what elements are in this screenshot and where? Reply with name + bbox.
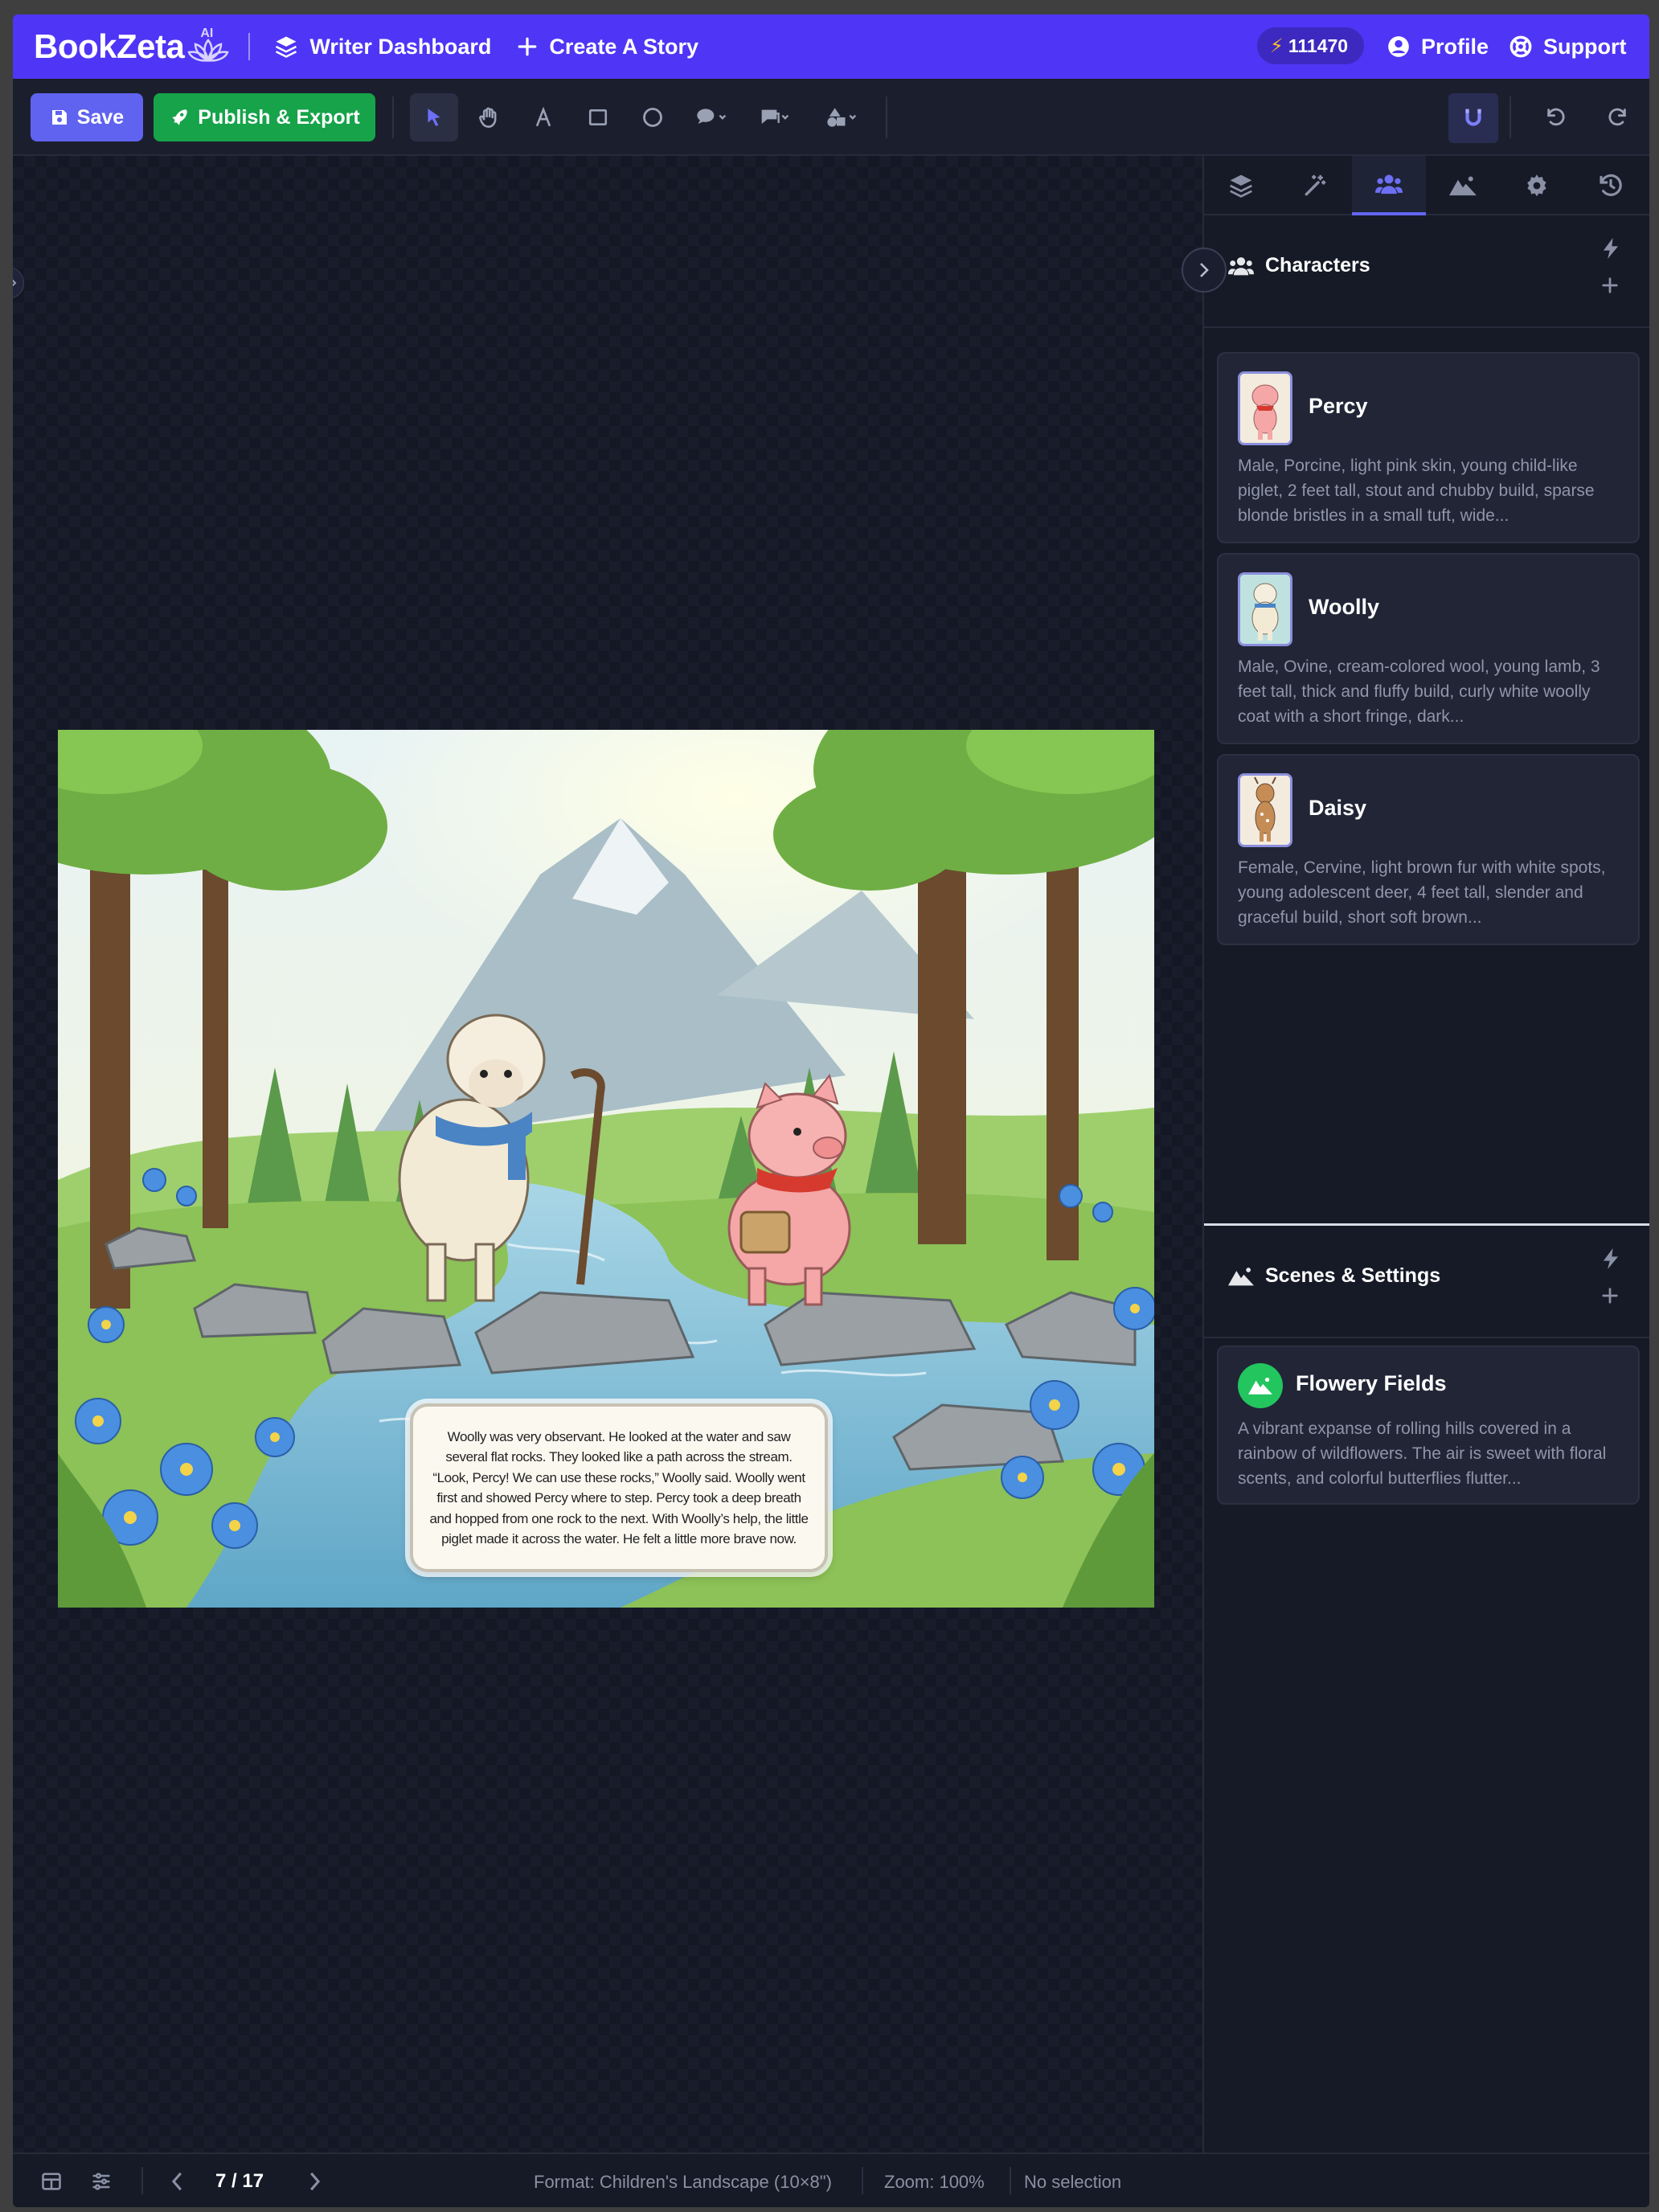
shapes-icon[interactable] xyxy=(813,93,871,141)
characters-icon xyxy=(1228,256,1254,275)
character-name: Daisy xyxy=(1309,796,1367,820)
scene-description: A vibrant expanse of rolling hills cover… xyxy=(1238,1419,1607,1488)
scene-name: Flowery Fields xyxy=(1296,1371,1447,1395)
rocket-icon xyxy=(172,109,188,125)
scenes-icon xyxy=(1228,1267,1254,1285)
character-card-woolly[interactable]: Woolly Male, Ovine, cream-colored wool, … xyxy=(1217,553,1640,744)
profile-label: Profile xyxy=(1421,34,1489,59)
publish-export-button[interactable]: Publish & Export xyxy=(154,93,375,141)
snap-magnet-icon[interactable] xyxy=(1448,93,1498,143)
character-name: Woolly xyxy=(1309,595,1380,619)
layout-panels-icon[interactable] xyxy=(40,2170,63,2193)
character-card-daisy[interactable]: Daisy Female, Cervine, light brown fur w… xyxy=(1217,754,1640,945)
generate-lightning-icon[interactable] xyxy=(1603,238,1619,259)
character-description: Female, Cervine, light brown fur with wh… xyxy=(1238,858,1606,927)
add-character-icon[interactable] xyxy=(1601,276,1619,294)
circle-icon[interactable] xyxy=(629,93,677,141)
status-divider xyxy=(141,2167,143,2194)
save-label: Save xyxy=(76,105,125,129)
create-story-label: Create A Story xyxy=(549,34,698,59)
scene-card-flowery-fields[interactable]: Flowery Fields A vibrant expanse of roll… xyxy=(1217,1346,1640,1505)
character-card-percy[interactable]: Percy Male, Porcine, light pink skin, yo… xyxy=(1217,352,1640,543)
profile-link[interactable]: Profile xyxy=(1387,27,1489,66)
character-description: Male, Porcine, light pink skin, young ch… xyxy=(1238,457,1595,525)
left-panel-expand-button[interactable] xyxy=(13,267,24,299)
story-text-box[interactable]: Woolly was very observant. He looked at … xyxy=(410,1403,828,1572)
sliders-icon[interactable] xyxy=(90,2170,113,2193)
user-circle-icon xyxy=(1388,36,1409,57)
redo-icon[interactable] xyxy=(1593,93,1641,141)
editor-toolbar: Save Publish & Export xyxy=(13,79,1649,156)
layers-icon[interactable] xyxy=(1204,156,1278,215)
floppy-disk-icon xyxy=(51,110,67,125)
chevron-right-icon[interactable] xyxy=(304,2170,325,2193)
logo-text: BookZeta xyxy=(34,27,185,65)
logo-lotus-icon: AI xyxy=(187,27,229,67)
chevron-left-icon[interactable] xyxy=(167,2170,188,2193)
story-page[interactable]: Woolly was very observant. He looked at … xyxy=(58,730,1154,1608)
right-side-panel: Characters Percy Male, Porcine, light pi… xyxy=(1182,156,1649,2153)
support-label: Support xyxy=(1543,34,1627,59)
settings-icon[interactable] xyxy=(1500,156,1574,215)
status-divider xyxy=(1010,2167,1011,2194)
toolbar-divider xyxy=(392,96,394,138)
credits-count: 111470 xyxy=(1288,35,1349,56)
selection-status: No selection xyxy=(1024,2172,1122,2192)
top-nav: BookZeta AI Writer Dashboard Create A St… xyxy=(13,14,1649,79)
character-description: Male, Ovine, cream-colored wool, young l… xyxy=(1238,657,1600,726)
character-thumbnail xyxy=(1238,773,1292,847)
credits-badge[interactable]: ⚡ 111470 xyxy=(1257,27,1365,64)
characters-header: Characters xyxy=(1204,215,1649,328)
character-name: Percy xyxy=(1309,394,1368,418)
scenes-header: Scenes & Settings xyxy=(1204,1226,1649,1338)
story-text[interactable]: Woolly was very observant. He looked at … xyxy=(429,1427,809,1550)
logo[interactable]: BookZeta AI xyxy=(34,14,229,79)
lightning-icon: ⚡ xyxy=(1270,35,1284,57)
zoom-level: Zoom: 100% xyxy=(884,2172,985,2192)
save-button[interactable]: Save xyxy=(31,93,143,141)
layers-icon xyxy=(276,36,297,58)
hand-pan-icon[interactable] xyxy=(465,93,513,141)
editor-canvas[interactable]: Woolly was very observant. He looked at … xyxy=(13,156,1202,2153)
character-thumbnail xyxy=(1238,371,1292,445)
writer-dashboard-link[interactable]: Writer Dashboard xyxy=(274,27,491,66)
scenes-title: Scenes & Settings xyxy=(1265,1264,1441,1287)
support-link[interactable]: Support xyxy=(1509,27,1626,66)
app-window: BookZeta AI Writer Dashboard Create A St… xyxy=(13,14,1649,2207)
characters-icon[interactable] xyxy=(1352,156,1426,215)
create-story-link[interactable]: Create A Story xyxy=(517,27,698,66)
scenes-icon[interactable] xyxy=(1426,156,1500,215)
select-pointer-icon[interactable] xyxy=(410,93,458,141)
generate-lightning-icon[interactable] xyxy=(1603,1248,1619,1269)
text-tool-icon[interactable] xyxy=(519,93,567,141)
lifebuoy-icon xyxy=(1509,35,1532,58)
status-bar: 7 / 17 Format: Children's Landscape (10×… xyxy=(13,2153,1649,2207)
magic-wand-icon[interactable] xyxy=(1278,156,1352,215)
writer-dashboard-label: Writer Dashboard xyxy=(309,34,492,59)
panel-tabs xyxy=(1204,156,1649,215)
plus-icon xyxy=(518,37,537,56)
history-icon[interactable] xyxy=(1574,156,1648,215)
toolbar-divider xyxy=(886,96,887,138)
callout-icon[interactable] xyxy=(746,93,804,141)
undo-icon[interactable] xyxy=(1532,93,1580,141)
characters-title: Characters xyxy=(1265,254,1370,276)
add-scene-icon[interactable] xyxy=(1601,1287,1619,1305)
speech-bubble-icon[interactable] xyxy=(683,93,741,141)
format-label: Format: Children's Landscape (10×8") xyxy=(534,2172,832,2192)
character-thumbnail xyxy=(1238,572,1292,646)
status-divider xyxy=(862,2167,863,2194)
publish-label: Publish & Export xyxy=(198,105,360,129)
rectangle-icon[interactable] xyxy=(574,93,622,141)
nav-divider xyxy=(248,33,251,60)
page-indicator: 7 / 17 xyxy=(215,2170,264,2192)
toolbar-divider xyxy=(1509,96,1511,138)
landscape-icon xyxy=(1238,1363,1283,1408)
chevron-right-icon xyxy=(13,279,17,287)
